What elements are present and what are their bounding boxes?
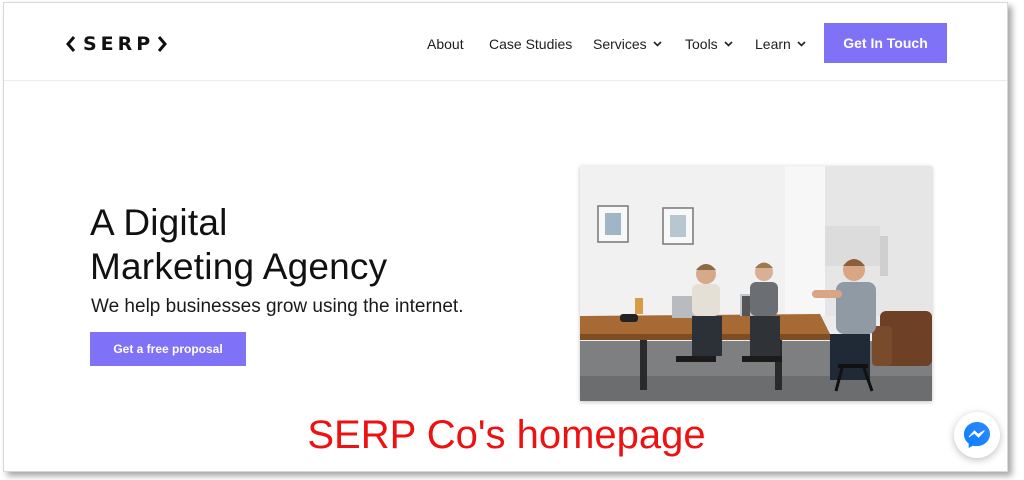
nav-learn[interactable]: Learn xyxy=(755,33,806,55)
nav-learn-label: Learn xyxy=(755,36,791,52)
image-caption: SERP Co's homepage xyxy=(307,413,706,457)
hero-photo xyxy=(580,166,932,401)
nav-about[interactable]: About xyxy=(427,33,464,55)
get-in-touch-button[interactable]: Get In Touch xyxy=(824,23,947,63)
chevron-down-icon xyxy=(724,41,733,47)
nav-case-studies[interactable]: Case Studies xyxy=(489,33,572,55)
nav-services[interactable]: Services xyxy=(593,33,662,55)
hero-title-line-1: A Digital xyxy=(90,202,228,243)
main-nav: About Case Studies Services Tools Learn xyxy=(4,3,1007,81)
chevron-down-icon xyxy=(797,41,806,47)
site-header: SERP About Case Studies Services Tools L… xyxy=(4,3,1007,81)
hero-title: A Digital Marketing Agency xyxy=(90,201,510,289)
nav-about-label: About xyxy=(427,36,464,52)
free-proposal-button[interactable]: Get a free proposal xyxy=(90,332,246,366)
nav-case-studies-label: Case Studies xyxy=(489,36,573,52)
hero-title-line-2: Marketing Agency xyxy=(90,246,388,287)
chevron-down-icon xyxy=(653,41,662,47)
browser-page: SERP About Case Studies Services Tools L… xyxy=(3,2,1008,472)
nav-tools-label: Tools xyxy=(685,36,718,52)
nav-tools[interactable]: Tools xyxy=(685,33,733,55)
hero-subtitle: We help businesses grow using the intern… xyxy=(91,296,464,317)
nav-services-label: Services xyxy=(593,36,647,52)
messenger-chat-button[interactable] xyxy=(954,412,1000,458)
messenger-icon xyxy=(964,422,990,448)
office-team-photo xyxy=(580,166,932,401)
